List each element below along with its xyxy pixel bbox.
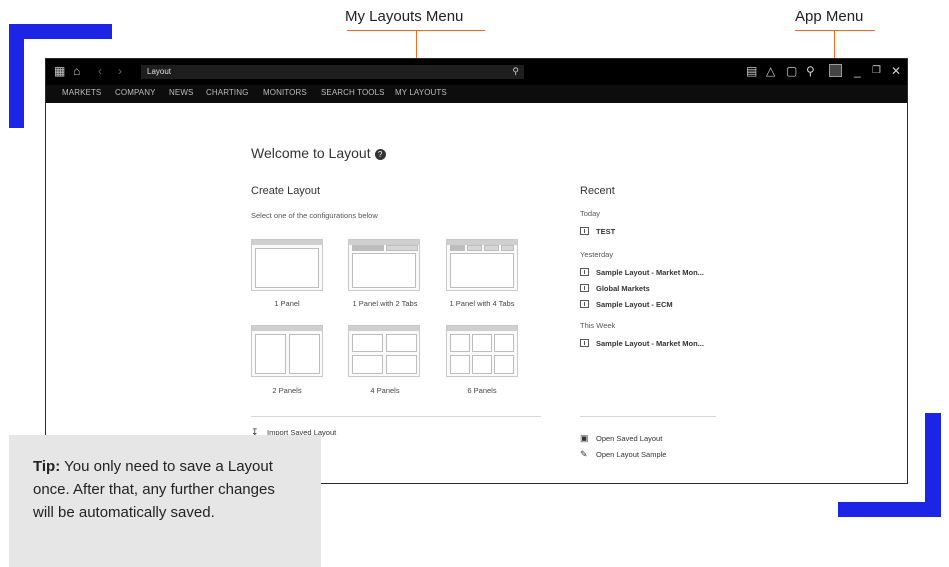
app-window: ▦ ⌂ ‹ › Layout ⚲ ▤ △ ▢ ⚲ _ ❐ ✕ MARKETS C… [45,58,908,484]
recent-item-label: Sample Layout - ECM [596,300,673,309]
open-layout-sample-label: Open Layout Sample [596,450,667,459]
nav-markets[interactable]: MARKETS [62,88,101,97]
page-title-text: Welcome to Layout [251,145,371,161]
layout-icon [580,284,589,292]
nav-charting[interactable]: CHARTING [206,88,248,97]
tip-text: You only need to save a Layout once. Aft… [33,458,275,521]
create-layout-heading: Create Layout [251,185,321,197]
layout-option-label: 4 Panels [370,386,400,395]
recent-heading: Recent [580,185,615,197]
layout-icon [580,300,589,308]
news-icon[interactable]: ▤ [746,65,757,77]
page-title: Welcome to Layout? [251,145,386,161]
recent-today-label: Today [580,209,601,218]
forward-icon[interactable]: › [118,65,122,77]
layout-option-label: 1 Panel with 2 Tabs [352,299,418,308]
edit-icon: ✎ [580,449,588,459]
folder-icon: ▣ [580,433,589,443]
tip-box: Tip: You only need to save a Layout once… [9,435,321,567]
open-layout-sample-link[interactable]: ✎ Open Layout Sample [580,449,666,460]
create-divider [251,416,541,417]
search-input[interactable]: Layout ⚲ [141,65,524,79]
my-layouts-menu-callout: My Layouts Menu [345,8,464,25]
back-icon[interactable]: ‹ [98,65,102,77]
minimize-icon[interactable]: _ [854,65,861,77]
recent-item-label: TEST [596,227,616,236]
bell-icon[interactable]: △ [766,65,775,77]
nav-my-layouts[interactable]: MY LAYOUTS [395,88,447,97]
close-icon[interactable]: ✕ [891,65,901,77]
layout-icon [580,339,589,347]
search-value: Layout [147,67,172,76]
layout-icon [580,268,589,276]
layout-option-label: 1 Panel [274,299,300,308]
layout-option-1-panel-2-tabs[interactable] [348,239,420,291]
corner-bar-top-vertical [9,24,24,128]
layout-option-label: 2 Panels [272,386,302,395]
recent-item-label: Sample Layout - Market Mon... [596,339,704,348]
layout-welcome-page: Welcome to Layout? Create Layout Select … [46,103,907,483]
layout-icon [580,227,589,235]
home-icon[interactable]: ⌂ [73,65,80,77]
recent-yesterday-label: Yesterday [580,250,614,259]
recent-item-label: Sample Layout - Market Mon... [596,268,704,277]
search-icon[interactable]: ⚲ [512,66,519,77]
layout-option-1-panel-4-tabs[interactable] [446,239,518,291]
layout-option-label: 6 Panels [467,386,497,395]
open-saved-layout-label: Open Saved Layout [596,434,663,443]
layout-option-6-panels[interactable] [446,325,518,377]
restore-icon[interactable]: ❐ [872,65,881,77]
recent-item[interactable]: Sample Layout - Market Mon... [580,268,704,277]
recent-item[interactable]: Sample Layout - ECM [580,300,673,309]
nav-monitors[interactable]: MONITORS [263,88,307,97]
nav-search-tools[interactable]: SEARCH TOOLS [321,88,385,97]
recent-item[interactable]: TEST [580,227,615,236]
grid-icon[interactable]: ▦ [54,65,65,77]
layout-option-label: 1 Panel with 4 Tabs [449,299,515,308]
nav-company[interactable]: COMPANY [115,88,156,97]
recent-item[interactable]: Sample Layout - Market Mon... [580,339,704,348]
app-menu-callout-underline [795,30,875,31]
main-nav: MARKETS COMPANY NEWS CHARTING MONITORS S… [46,85,907,103]
layout-option-1-panel[interactable] [251,239,323,291]
user-icon[interactable]: ⚲ [806,65,815,77]
open-saved-layout-link[interactable]: ▣ Open Saved Layout [580,433,662,444]
create-layout-subheading: Select one of the configurations below [251,211,378,220]
app-menu-callout: App Menu [795,8,864,25]
recent-item-label: Global Markets [596,284,650,293]
title-bar: ▦ ⌂ ‹ › Layout ⚲ ▤ △ ▢ ⚲ _ ❐ ✕ [46,59,907,85]
corner-bar-top-horizontal [9,24,112,39]
layout-option-4-panels[interactable] [348,325,420,377]
layout-option-2-panels[interactable] [251,325,323,377]
recent-divider [580,416,716,417]
chat-icon[interactable]: ▢ [786,65,797,77]
tip-label: Tip: [33,458,61,475]
recent-week-label: This Week [580,321,616,330]
help-icon[interactable]: ? [374,149,386,160]
corner-bar-bottom-horizontal [838,502,941,517]
nav-news[interactable]: NEWS [169,88,193,97]
app-menu-icon[interactable] [829,64,842,77]
recent-item[interactable]: Global Markets [580,284,650,293]
